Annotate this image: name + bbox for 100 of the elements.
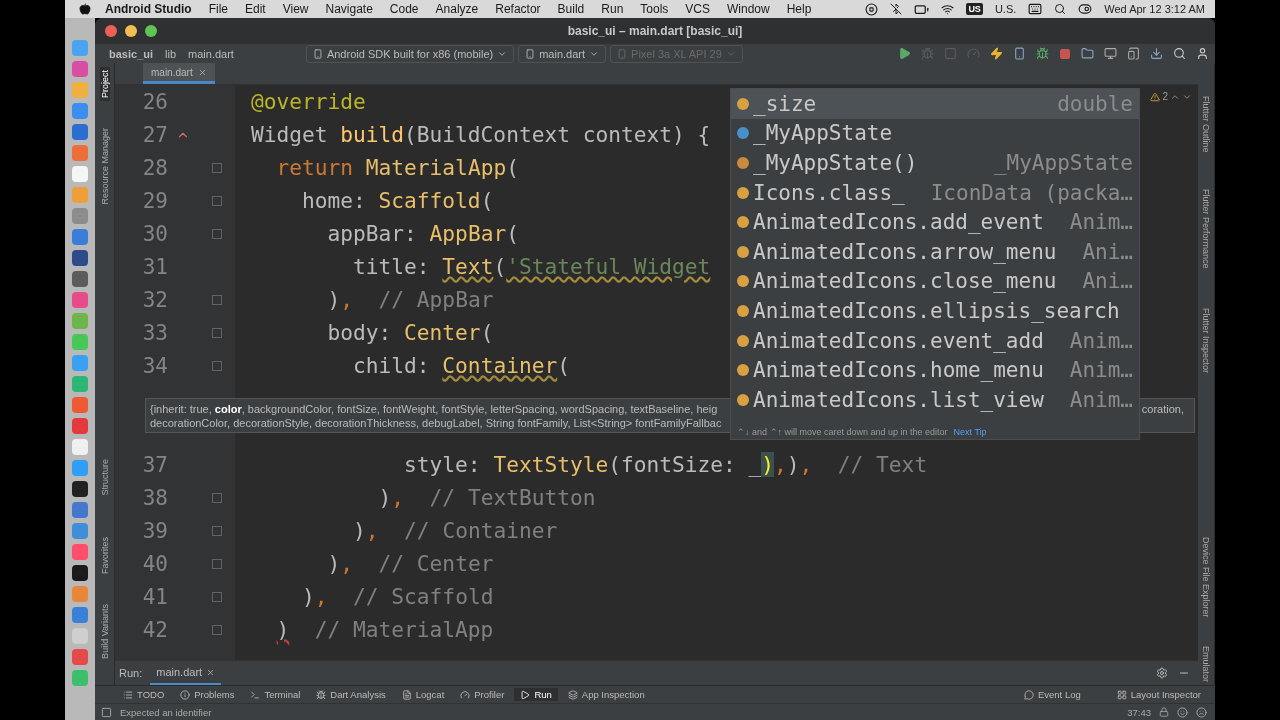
menu-item[interactable]: Tools xyxy=(640,2,669,16)
app-icon[interactable] xyxy=(72,481,88,497)
tool-tab[interactable]: Run xyxy=(514,688,558,701)
completion-item[interactable]: AnimatedIcons.add_event Anim… xyxy=(731,207,1139,237)
fold-icon[interactable] xyxy=(212,591,222,602)
tool-window-tab[interactable]: Project xyxy=(99,67,110,101)
bug-icon[interactable] xyxy=(1036,47,1049,60)
tool-tab[interactable]: Problems xyxy=(174,688,241,701)
completion-item[interactable]: AnimatedIcons.list_view Anim… xyxy=(731,384,1139,415)
breadcrumb[interactable]: basic_ui xyxy=(105,47,158,60)
tool-tab[interactable]: Terminal xyxy=(244,688,307,701)
app-icon[interactable] xyxy=(72,250,88,266)
debug-icon[interactable] xyxy=(921,47,934,60)
fold-icon[interactable] xyxy=(212,360,222,371)
menu-item[interactable]: Navigate xyxy=(325,2,373,16)
toggle-icon[interactable] xyxy=(1078,2,1093,16)
keyboard-icon[interactable] xyxy=(1028,2,1043,16)
tool-window-tab[interactable]: Favorites xyxy=(99,534,110,578)
completion-item[interactable]: AnimatedIcons.close_menu Ani… xyxy=(731,266,1139,297)
completion-item[interactable]: _size double xyxy=(731,89,1139,119)
fold-icon[interactable] xyxy=(212,195,222,206)
lightning-icon[interactable] xyxy=(990,47,1003,60)
search-icon[interactable] xyxy=(1173,47,1186,60)
tool-window-tab[interactable]: Build Variants xyxy=(99,601,110,662)
bluetooth-icon[interactable] xyxy=(890,3,903,15)
minimize-button[interactable] xyxy=(125,25,137,37)
close-icon[interactable] xyxy=(197,67,207,77)
phone-icon[interactable] xyxy=(1013,47,1026,60)
settings-icon[interactable] xyxy=(1156,667,1168,679)
download-icon[interactable] xyxy=(1150,47,1163,60)
completion-item[interactable]: AnimatedIcons.arrow_menu Ani… xyxy=(731,236,1139,267)
close-icon[interactable] xyxy=(206,667,216,677)
search-icon[interactable] xyxy=(1054,3,1067,15)
completion-item[interactable]: AnimatedIcons.home_menu Anim… xyxy=(731,355,1139,385)
device-icon[interactable] xyxy=(1127,47,1140,60)
menu-item[interactable]: File xyxy=(208,2,228,16)
completion-item[interactable]: _MyAppState() _MyAppState xyxy=(731,148,1139,178)
menu-item[interactable]: Edit xyxy=(245,2,266,16)
tool-tab[interactable]: Event Log xyxy=(1017,688,1087,701)
next-tip-link[interactable]: Next Tip xyxy=(953,426,987,437)
tool-tab[interactable]: Logcat xyxy=(395,688,451,701)
menu-item[interactable]: View xyxy=(282,2,309,16)
completion-item[interactable]: AnimatedIcons.ellipsis_search xyxy=(731,296,1139,326)
breadcrumb[interactable]: lib xyxy=(161,47,181,60)
speech-bubble-icon xyxy=(1023,689,1034,700)
menu-item[interactable]: Android Studio xyxy=(105,2,192,16)
breadcrumb[interactable]: main.dart xyxy=(184,47,238,60)
menu-item[interactable]: VCS xyxy=(685,2,710,16)
tool-tab[interactable]: Profiler xyxy=(454,688,511,701)
record-icon[interactable] xyxy=(865,2,879,16)
fold-icon[interactable] xyxy=(212,558,222,569)
input-badge[interactable]: US xyxy=(966,3,983,15)
tool-window-tab[interactable]: Flutter Performance xyxy=(1201,185,1211,272)
fold-icon[interactable] xyxy=(212,327,222,338)
wifi-icon[interactable] xyxy=(941,2,955,16)
menu-item[interactable]: Run xyxy=(601,2,624,16)
app-icon[interactable] xyxy=(72,271,88,287)
fold-icon[interactable] xyxy=(212,294,222,305)
monitor-icon[interactable] xyxy=(1104,47,1117,60)
panel-icon[interactable] xyxy=(101,706,112,718)
tool-tab[interactable]: TODO xyxy=(117,688,171,701)
stop-icon[interactable] xyxy=(1059,47,1071,60)
folder-icon[interactable] xyxy=(1081,47,1094,60)
completion-item[interactable]: Icons.class_ IconData (packa… xyxy=(731,177,1139,208)
frown-icon[interactable] xyxy=(1196,706,1207,718)
menu-item[interactable]: Refactor xyxy=(495,2,541,16)
device-dropdown[interactable]: main.dart xyxy=(518,44,607,63)
tool-window-tab[interactable]: Resource Manager xyxy=(99,125,110,208)
menu-item[interactable]: Help xyxy=(786,2,812,16)
tool-tab[interactable]: Layout Inspector xyxy=(1110,688,1207,701)
tool-tab[interactable]: App Inspection xyxy=(561,688,651,701)
lock-icon[interactable] xyxy=(1159,707,1169,717)
editor-tab[interactable]: main.dart xyxy=(143,63,215,84)
menu-item[interactable]: Window xyxy=(727,2,770,16)
completion-item[interactable]: AnimatedIcons.event_add Anim… xyxy=(731,325,1139,356)
tool-window-tab[interactable]: Device File Explorer xyxy=(1201,534,1211,621)
menu-item[interactable]: Code xyxy=(389,2,419,16)
fold-icon[interactable] xyxy=(212,624,222,635)
user-icon[interactable] xyxy=(1196,47,1209,60)
fold-icon[interactable] xyxy=(212,492,222,503)
tool-window-tab[interactable]: Emulator xyxy=(1201,642,1211,685)
gauge-icon[interactable] xyxy=(967,47,980,60)
square-icon[interactable] xyxy=(944,47,957,60)
close-button[interactable] xyxy=(105,25,117,37)
tool-tab[interactable]: Dart Analysis xyxy=(310,688,392,701)
menu-item[interactable]: Analyze xyxy=(435,2,479,16)
menu-item[interactable]: Build xyxy=(557,2,585,16)
device-dropdown[interactable]: Android SDK built for x86 (mobile) xyxy=(305,44,515,63)
tool-window-tab[interactable]: Flutter Inspector xyxy=(1201,305,1211,377)
fold-icon[interactable] xyxy=(212,162,222,173)
apple-icon[interactable] xyxy=(79,3,91,15)
run-icon[interactable] xyxy=(898,47,911,60)
fold-icon[interactable] xyxy=(212,525,222,536)
fold-icon[interactable] xyxy=(212,228,222,239)
completion-item[interactable]: _MyAppState xyxy=(731,118,1139,149)
app-icon[interactable] xyxy=(72,565,88,581)
tool-window-tab[interactable]: Structure xyxy=(99,455,110,499)
smiley-icon[interactable] xyxy=(1177,706,1188,718)
tool-window-tab[interactable]: Flutter Outline xyxy=(1201,93,1211,156)
zoom-button[interactable] xyxy=(145,25,157,37)
